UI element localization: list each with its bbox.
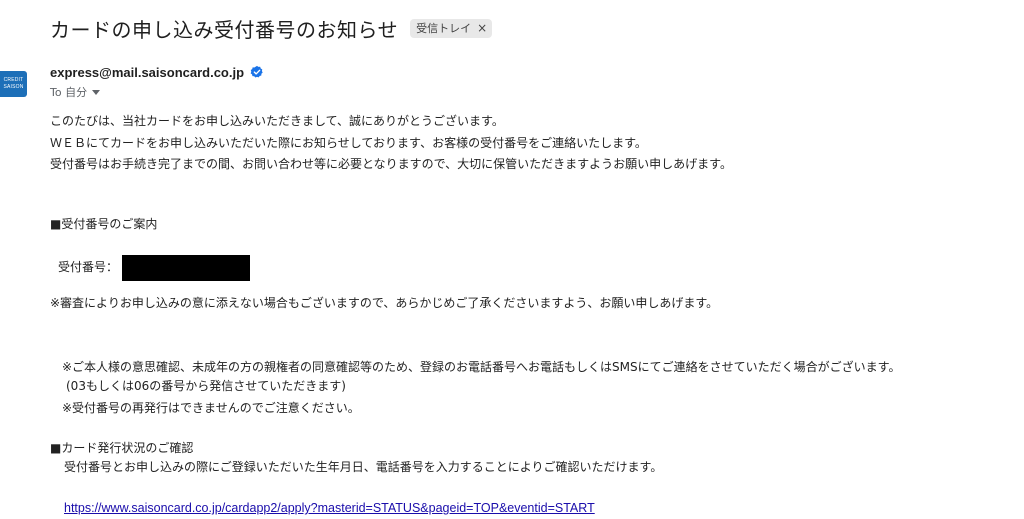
sender-email[interactable]: express@mail.saisoncard.co.jp [50,65,244,80]
email-subject: カードの申し込み受付番号のお知らせ [50,17,399,42]
sender-avatar[interactable]: CREDIT SAISON [0,71,27,97]
status-check-link[interactable]: https://www.saisoncard.co.jp/cardapp2/ap… [64,500,595,516]
note-text: ※審査によりお申し込みの意に添えない場合もございますので、あらかじめご了承くださ… [50,296,719,310]
avatar-text-line2: SAISON [3,84,24,90]
body-paragraph: ＷＥＢにてカードをお申し込みいただいた際にお知らせしております、お客様の受付番号… [50,136,647,150]
redacted-receipt-number [122,254,251,281]
sender-row: express@mail.saisoncard.co.jp [50,64,264,80]
avatar-text-line1: CREDIT [3,77,24,83]
chevron-down-icon[interactable] [92,89,101,95]
remove-label-icon[interactable]: × [477,22,487,34]
section-heading: ■受付番号のご案内 [50,217,158,231]
receipt-number-label: 受付番号： [58,260,119,274]
verified-badge-icon [250,65,263,78]
receipt-number-row: 受付番号： [58,254,251,281]
subject-row: カードの申し込み受付番号のお知らせ 受信トレイ × [50,12,493,44]
inbox-label-text: 受信トレイ [416,22,472,35]
body-paragraph: 受付番号はお手続き完了までの間、お問い合わせ等に必要となりますので、大切に保管い… [50,157,732,171]
recipient-text: To 自分 [50,86,88,99]
recipient-row[interactable]: To 自分 [50,85,101,99]
note-text: ※ご本人様の意思確認、未成年の方の親権者の同意確認等のため、登録のお電話番号へお… [62,360,901,374]
section-heading: ■カード発行状況のご確認 [50,441,194,455]
inbox-label-chip[interactable]: 受信トレイ × [410,18,493,38]
body-paragraph: 受付番号とお申し込みの際にご登録いただいた生年月日、電話番号を入力することにより… [64,460,663,474]
note-text: ※受付番号の再発行はできませんのでご注意ください。 [62,401,360,415]
note-text: (03もしくは06の番号から発信させていただきます) [66,379,346,393]
body-paragraph: このたびは、当社カードをお申し込みいただきまして、誠にありがとうございます。 [50,114,504,128]
